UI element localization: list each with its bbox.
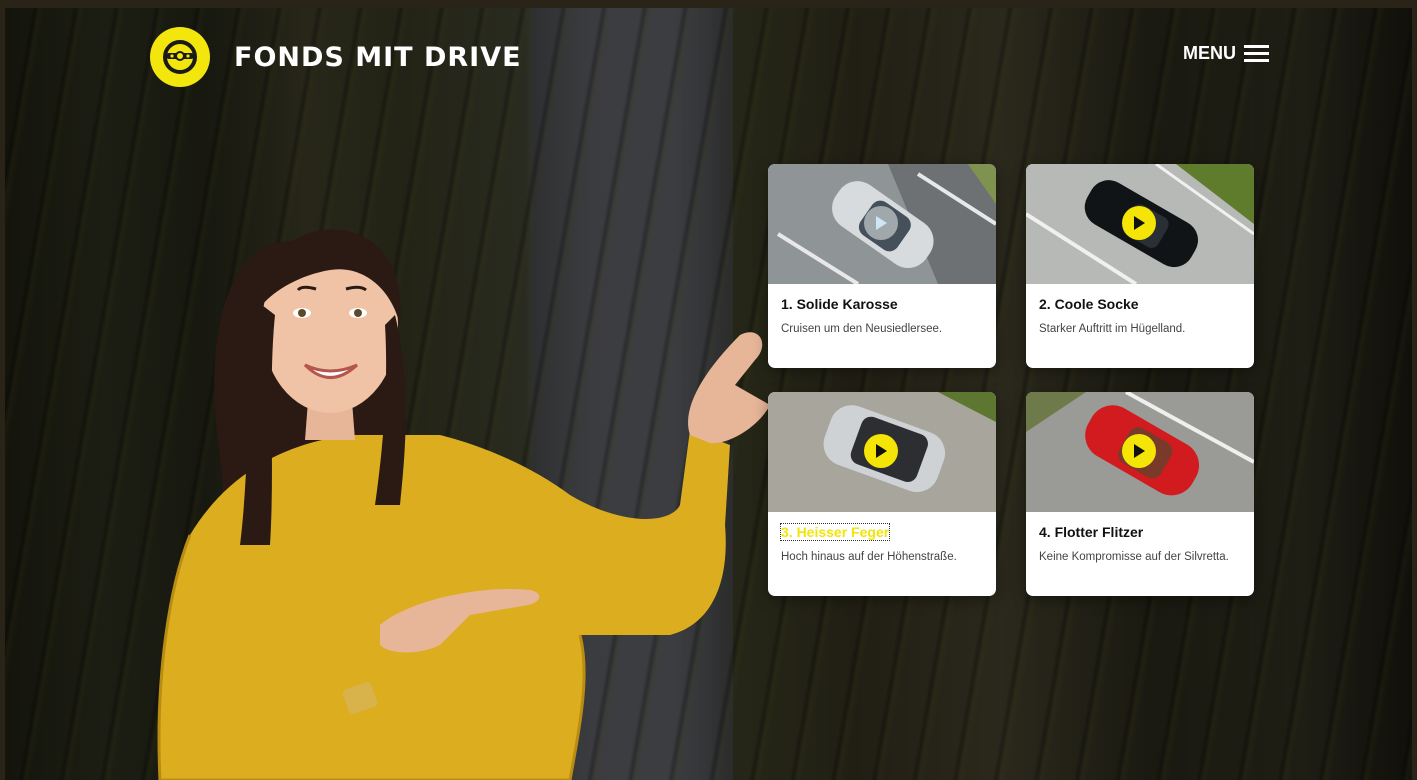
video-thumbnail <box>1026 164 1254 284</box>
card-description: Hoch hinaus auf der Höhenstraße. <box>781 551 957 563</box>
card-description: Cruisen um den Neusiedlersee. <box>781 323 943 335</box>
menu-label: MENU <box>1183 43 1236 63</box>
video-card-3[interactable]: 3. Heisser Feger Hoch hinaus auf der Höh… <box>768 392 996 596</box>
play-icon[interactable] <box>1122 434 1156 468</box>
brand-logo[interactable]: FONDS MIT DRIVE <box>150 27 522 87</box>
steering-wheel-icon <box>150 27 210 87</box>
video-card-2[interactable]: 2. Coole Socke Starker Auftritt im Hügel… <box>1026 164 1254 368</box>
video-thumbnail <box>768 392 996 512</box>
presenter-woman-image <box>157 229 770 780</box>
play-icon[interactable] <box>864 434 898 468</box>
play-icon[interactable] <box>1122 206 1156 240</box>
card-description: Keine Kompromisse auf der Silvretta. <box>1039 551 1229 563</box>
card-title[interactable]: 3. Heisser Feger <box>779 523 891 541</box>
hamburger-icon <box>1244 45 1269 62</box>
card-title[interactable]: 4. Flotter Flitzer <box>1039 524 1143 540</box>
brand-name: FONDS MIT DRIVE <box>234 41 522 73</box>
video-thumbnail <box>768 164 996 284</box>
card-title[interactable]: 1. Solide Karosse <box>781 296 898 312</box>
play-icon[interactable] <box>864 206 898 240</box>
card-description: Starker Auftritt im Hügelland. <box>1039 323 1186 335</box>
menu-button[interactable]: MENU <box>1183 43 1269 64</box>
video-card-4[interactable]: 4. Flotter Flitzer Keine Kompromisse auf… <box>1026 392 1254 596</box>
video-card-1[interactable]: 1. Solide Karosse Cruisen um den Neusied… <box>768 164 996 368</box>
card-title[interactable]: 2. Coole Socke <box>1039 296 1139 312</box>
video-thumbnail <box>1026 392 1254 512</box>
